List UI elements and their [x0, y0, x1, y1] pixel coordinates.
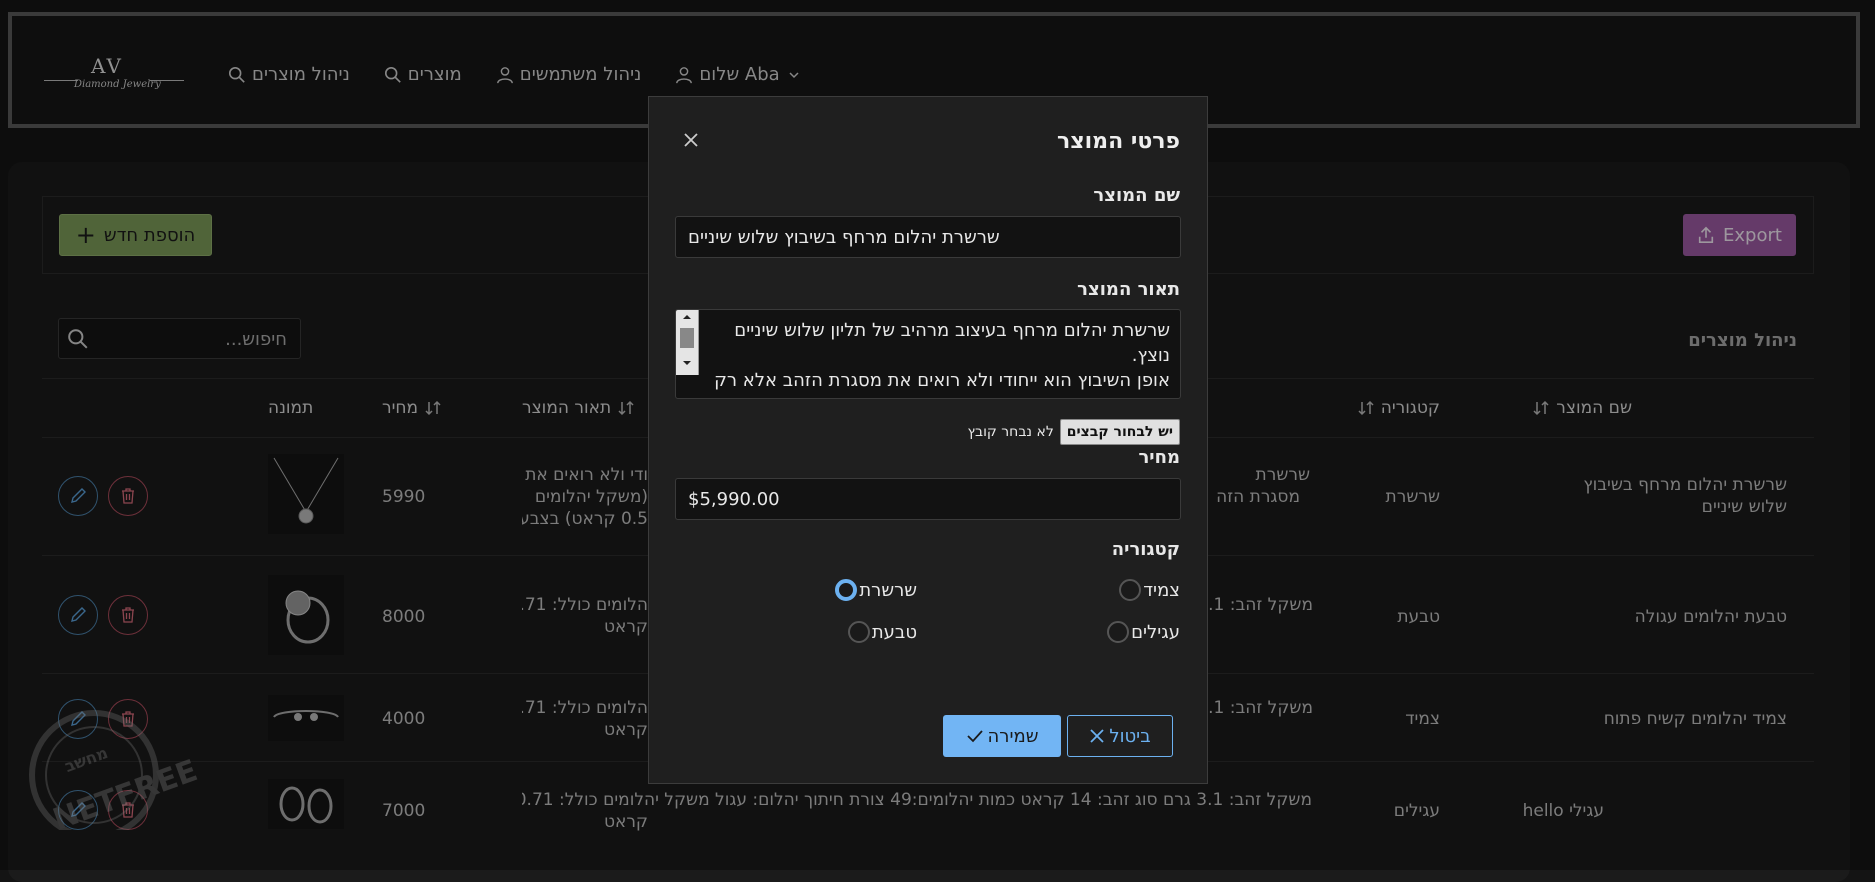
category-radio-bracelet[interactable]: צמיד [1119, 579, 1180, 601]
category-label: קטגוריה [1111, 539, 1180, 560]
radio-label: עגילים [1131, 621, 1180, 643]
choose-files-button[interactable]: יש לבחור קבצים [1059, 419, 1180, 445]
radio-circle[interactable] [847, 621, 870, 643]
check-icon [966, 730, 983, 743]
cancel-button[interactable]: ביטול [1067, 715, 1173, 757]
price-input[interactable]: $5,990.00 [675, 478, 1181, 520]
description-line: נוצץ. [1131, 345, 1170, 366]
radio-label: צמיד [1143, 579, 1180, 601]
radio-label: טבעת [871, 621, 917, 643]
save-label: שמירה [987, 725, 1039, 747]
close-icon [684, 133, 698, 147]
file-upload: יש לבחור קבצים לא נבחר קובץ [967, 419, 1180, 445]
product-description-label: תאור המוצר [1077, 279, 1180, 300]
radio-circle[interactable] [1107, 621, 1130, 643]
price-label: מחיר [1138, 447, 1180, 468]
scroll-up-icon [680, 315, 694, 365]
product-name-label: שם המוצר [1093, 185, 1180, 206]
description-line: אופן השיבוץ הוא ייחודי ולא רואים את מסגר… [714, 370, 1170, 391]
product-details-dialog: פרטי המוצר שם המוצר שרשרת יהלום מרחף בשי… [648, 96, 1208, 784]
description-line: שרשרת יהלום מרחף בעיצוב מרהיב של תליון ש… [734, 320, 1170, 341]
category-radio-ring[interactable]: טבעת [847, 621, 917, 643]
radio-circle[interactable] [1119, 579, 1142, 601]
category-radio-necklace[interactable]: שרשרת [835, 579, 917, 601]
product-description-textarea[interactable]: שרשרת יהלום מרחף בעיצוב מרהיב של תליון ש… [675, 309, 1181, 399]
radio-label: שרשרת [859, 579, 917, 601]
radio-circle[interactable] [835, 579, 858, 601]
file-status: לא נבחר קובץ [967, 424, 1054, 440]
close-icon [1090, 729, 1105, 743]
dialog-title: פרטי המוצר [1057, 129, 1180, 154]
cancel-label: ביטול [1109, 725, 1151, 747]
product-name-input[interactable]: שרשרת יהלום מרחף בשיבוץ שלוש שיניים [675, 216, 1181, 258]
description-text: שרשרת יהלום מרחף בעיצוב מרהיב של תליון ש… [710, 318, 1170, 393]
close-button[interactable] [682, 131, 700, 153]
save-button[interactable]: שמירה [943, 715, 1061, 757]
textarea-scrollbar[interactable] [676, 310, 699, 375]
category-radio-earrings[interactable]: עגילים [1107, 621, 1180, 643]
